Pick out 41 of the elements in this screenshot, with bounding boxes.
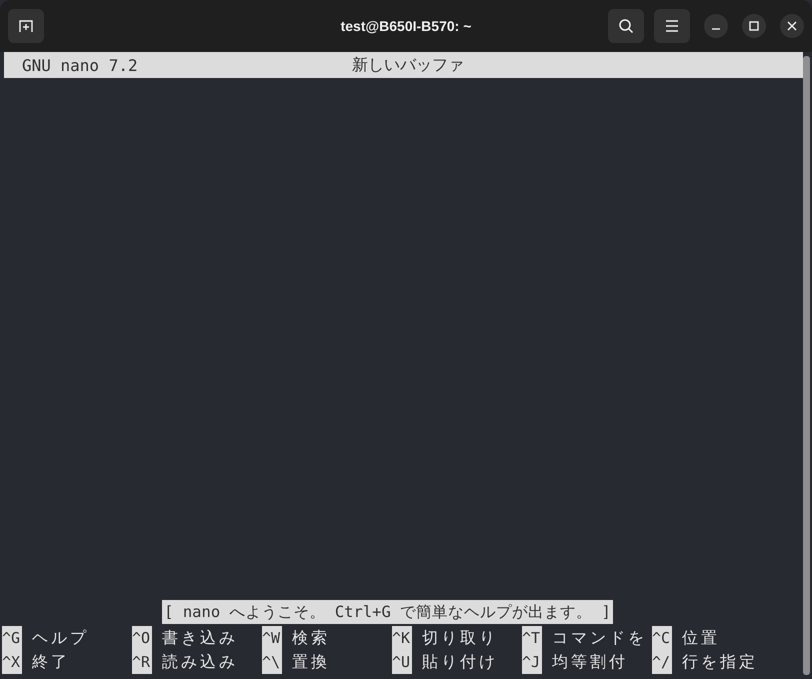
minimize-button[interactable] xyxy=(704,14,728,38)
maximize-icon xyxy=(749,21,759,31)
shortcut-label: 切り取り xyxy=(422,628,498,648)
shortcut-key: ^\ xyxy=(262,650,282,674)
shortcut-label: 置換 xyxy=(292,652,330,672)
shortcut-key: ^X xyxy=(2,650,22,674)
shortcut-key: ^O xyxy=(132,626,152,650)
menu-icon xyxy=(665,20,679,32)
shortcut-label: ヘルプ xyxy=(32,628,89,648)
new-tab-icon xyxy=(18,18,34,34)
maximize-button[interactable] xyxy=(742,14,766,38)
menu-button[interactable] xyxy=(654,9,690,43)
shortcut-key: ^K xyxy=(392,626,412,650)
shortcut-label: 均等割付 xyxy=(552,652,628,672)
shortcut-label: 書き込み xyxy=(162,628,238,648)
shortcut-key: ^U xyxy=(392,650,412,674)
scrollbar[interactable] xyxy=(803,56,810,675)
shortcut-key: ^C xyxy=(652,626,672,650)
shortcut-key: ^R xyxy=(132,650,152,674)
shortcut-label: 位置 xyxy=(682,628,720,648)
nano-version: GNU nano 7.2 xyxy=(22,56,138,74)
status-message: [ nano へようこそ。 Ctrl+G で簡単なヘルプが出ます。 ] xyxy=(162,600,613,624)
new-tab-button[interactable] xyxy=(8,9,44,43)
shortcut-key: ^/ xyxy=(652,650,672,674)
shortcut-key: ^J xyxy=(522,650,542,674)
shortcut-label: 行を指定 xyxy=(682,652,758,672)
shortcut-key: ^T xyxy=(522,626,542,650)
search-button[interactable] xyxy=(608,9,644,43)
buffer-name: 新しいバッファ xyxy=(352,54,464,76)
shortcut-label: 終了 xyxy=(32,652,70,672)
shortcut-key: ^G xyxy=(2,626,22,650)
shortcut-label: コマンドを xyxy=(552,628,647,648)
close-icon xyxy=(787,21,797,31)
shortcut-label: 検索 xyxy=(292,628,330,648)
close-button[interactable] xyxy=(780,14,804,38)
search-icon xyxy=(618,18,634,34)
minimize-icon xyxy=(712,28,720,30)
shortcut-label: 貼り付け xyxy=(422,652,498,672)
window-title: test@B650I-B570: ~ xyxy=(340,18,472,34)
shortcut-label: 読み込み xyxy=(162,652,238,672)
shortcut-key: ^W xyxy=(262,626,282,650)
